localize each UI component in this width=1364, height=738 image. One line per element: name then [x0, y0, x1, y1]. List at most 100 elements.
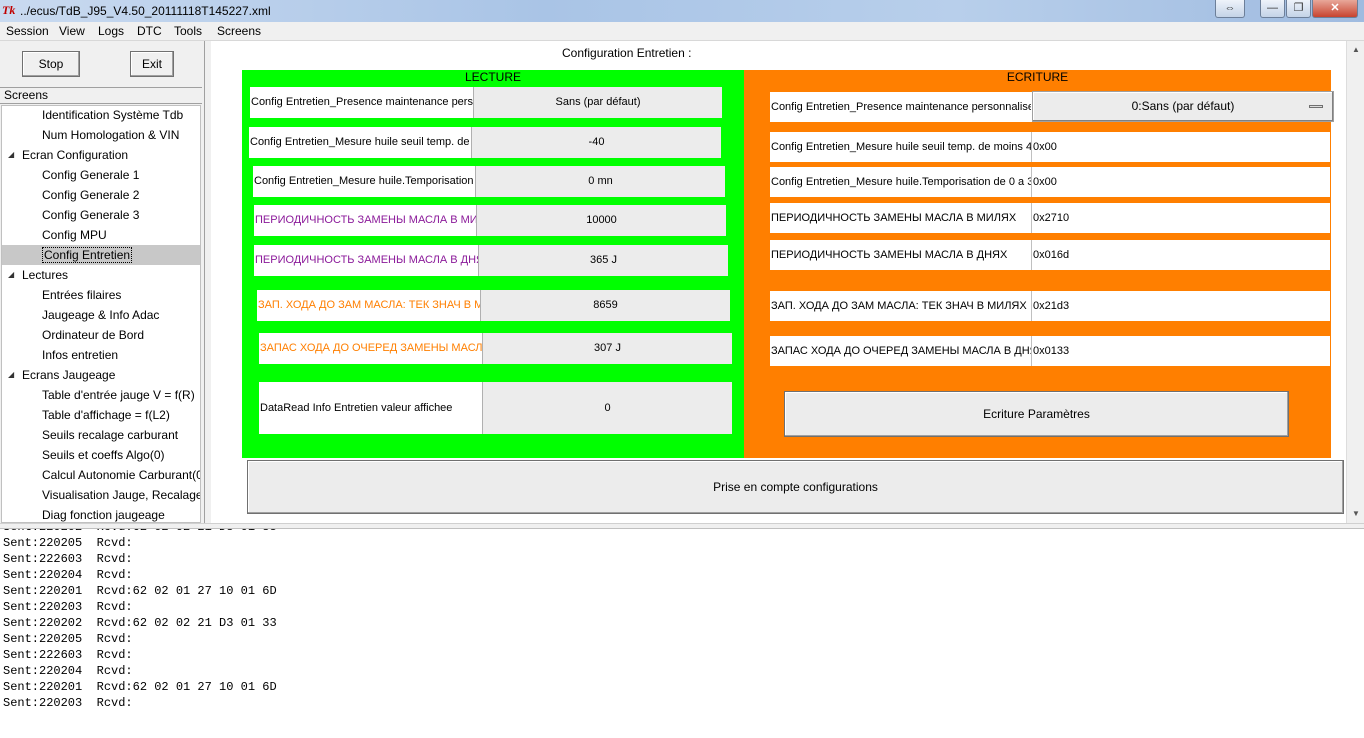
tree-group[interactable]: Ecran Configuration: [22, 145, 200, 165]
tree-item[interactable]: Visualisation Jauge, Recalage,: [42, 485, 201, 505]
tree-item[interactable]: Entrées filaires: [42, 285, 200, 305]
tree-item-label: Config Entretien: [42, 247, 133, 263]
lecture-row: Config Entretien_Mesure huile.Temporisat…: [253, 166, 725, 197]
tree-item[interactable]: Seuils et coeffs Algo(0): [42, 445, 200, 465]
menu-view[interactable]: View: [59, 24, 85, 38]
ecriture-row-label: ЗАПАС ХОДА ДО ОЧЕРЕД ЗАМЕНЫ МАСЛА В ДНЯХ: [771, 345, 1031, 357]
lecture-row-label: ПЕРИОДИЧНОСТЬ ЗАМЕНЫ МАСЛА В МИЛЯХ: [254, 205, 476, 236]
console-line: Sent:220201 Rcvd:62 02 01 27 10 01 6D: [3, 584, 277, 598]
ecriture-value-field[interactable]: 0x00: [1031, 132, 1330, 162]
console-line: Sent:220205 Rcvd:: [3, 632, 133, 646]
ecriture-row: ЗАП. ХОДА ДО ЗАМ МАСЛА: ТЕК ЗНАЧ В МИЛЯХ…: [770, 291, 1330, 321]
main-scrollbar[interactable]: ▲ ▼: [1346, 41, 1364, 524]
tree-item[interactable]: Table d'affichage = f(L2): [42, 405, 200, 425]
expand-toggle-icon[interactable]: ◢: [8, 365, 18, 385]
tree-item-label: Seuils et coeffs Algo(0): [42, 448, 165, 462]
lecture-row-label: ЗАП. ХОДА ДО ЗАМ МАСЛА: ТЕК ЗНАЧ В МИЛЯХ: [257, 290, 480, 321]
console-line: Sent:220204 Rcvd:: [3, 568, 133, 582]
lecture-row-label: DataRead Info Entretien valeur affichee: [259, 382, 482, 434]
lecture-row-value: 0: [482, 382, 732, 434]
tree-item-label: Table d'entrée jauge V = f(R): [42, 388, 195, 402]
ecriture-row: ПЕРИОДИЧНОСТЬ ЗАМЕНЫ МАСЛА В МИЛЯХ 0x2710: [770, 203, 1330, 233]
screens-tree[interactable]: Identification Système Tdb Num Homologati…: [1, 105, 201, 523]
tree-item[interactable]: Seuils recalage carburant: [42, 425, 200, 445]
page-title: Configuration Entretien :: [562, 46, 692, 60]
menu-logs[interactable]: Logs: [98, 24, 124, 38]
console-line: Sent:220204 Rcvd:: [3, 664, 133, 678]
ecriture-value-field[interactable]: 0x2710: [1031, 203, 1330, 233]
tree-item-label: Ecran Configuration: [22, 148, 129, 162]
menu-session[interactable]: Session: [6, 24, 49, 38]
lecture-row-value: 10000: [476, 205, 726, 236]
tree-item-label: Jaugeage & Info Adac: [42, 308, 160, 322]
tree-group[interactable]: Ecrans Jaugeage: [22, 365, 200, 385]
tree-item-label: Diag fonction jaugeage: [42, 508, 165, 522]
tree-item-label: Config Generale 1: [42, 168, 140, 182]
tree-group[interactable]: Lectures: [22, 265, 200, 285]
tree-item[interactable]: Num Homologation & VIN: [42, 125, 200, 145]
tree-item[interactable]: Table d'entrée jauge V = f(R): [42, 385, 200, 405]
apply-configurations-button[interactable]: Prise en compte configurations: [247, 460, 1344, 514]
maximize-button[interactable]: ❐: [1286, 0, 1311, 18]
ecriture-value-field[interactable]: 0x016d: [1031, 240, 1330, 270]
console-line: Sent:220202 Rcvd:62 02 02 21 D3 01 33: [3, 529, 277, 535]
app-icon: Tk: [2, 3, 16, 17]
tree-item-label: Seuils recalage carburant: [42, 428, 179, 442]
lecture-row: ЗАПАС ХОДА ДО ОЧЕРЕД ЗАМЕНЫ МАСЛА В ДНЯХ…: [259, 333, 732, 364]
tree-item[interactable]: Config Generale 3: [42, 205, 200, 225]
lecture-row-label: Config Entretien_Presence maintenance pe…: [250, 87, 473, 118]
window-title: ../ecus/TdB_J95_V4.50_20111118T145227.xm…: [20, 4, 271, 18]
close-button[interactable]: ✕: [1312, 0, 1358, 18]
ecriture-value-field[interactable]: 0x00: [1031, 167, 1330, 197]
maintenance-select-value: 0:Sans (par défaut): [1131, 99, 1235, 113]
ecriture-value-field[interactable]: 0x21d3: [1031, 291, 1330, 321]
lecture-row-label: ЗАПАС ХОДА ДО ОЧЕРЕД ЗАМЕНЫ МАСЛА В ДНЯХ: [259, 333, 482, 364]
maintenance-select[interactable]: 0:Sans (par défaut): [1032, 91, 1334, 122]
exit-button[interactable]: Exit: [130, 51, 174, 77]
tree-item-label: Infos entretien: [42, 348, 119, 362]
tree-item[interactable]: Ordinateur de Bord: [42, 325, 200, 345]
tree-item[interactable]: Config Generale 1: [42, 165, 200, 185]
menu-screens[interactable]: Screens: [217, 24, 261, 38]
stop-button[interactable]: Stop: [22, 51, 80, 77]
title-bar: Tk ../ecus/TdB_J95_V4.50_20111118T145227…: [0, 0, 1364, 22]
expand-toggle-icon[interactable]: ◢: [8, 265, 18, 285]
minimize-button[interactable]: —: [1260, 0, 1285, 18]
console-line: Sent:222603 Rcvd:: [3, 552, 133, 566]
tree-item[interactable]: Identification Système Tdb: [42, 106, 200, 125]
console-line: Sent:220202 Rcvd:62 02 02 21 D3 01 33: [3, 616, 277, 630]
lecture-row: ПЕРИОДИЧНОСТЬ ЗАМЕНЫ МАСЛА В ДНЯХ 365 J: [254, 245, 728, 276]
lecture-row: DataRead Info Entretien valeur affichee 0: [259, 382, 732, 434]
lecture-row-value: 307 J: [482, 333, 732, 364]
back-icon[interactable]: ⇔: [1215, 0, 1245, 18]
ecriture-value-field[interactable]: 0x0133: [1031, 336, 1330, 366]
tree-item-label: Ordinateur de Bord: [42, 328, 145, 342]
lecture-row-value: Sans (par défaut): [473, 87, 722, 118]
ecriture-row: Config Entretien_Mesure huile seuil temp…: [770, 132, 1330, 162]
tree-item[interactable]: Infos entretien: [42, 345, 200, 365]
tree-item[interactable]: Jaugeage & Info Adac: [42, 305, 200, 325]
tree-item-label: Identification Système Tdb: [42, 108, 184, 122]
tree-item-label: Visualisation Jauge, Recalage,: [42, 488, 201, 502]
console-line: Sent:220203 Rcvd:: [3, 600, 133, 614]
tree-item[interactable]: Config Generale 2: [42, 185, 200, 205]
lecture-row-value: -40: [471, 127, 721, 158]
tree-item-label: Calcul Autonomie Carburant(0: [42, 468, 201, 482]
ecriture-row: ЗАПАС ХОДА ДО ОЧЕРЕД ЗАМЕНЫ МАСЛА В ДНЯХ…: [770, 336, 1330, 366]
expand-toggle-icon[interactable]: ◢: [8, 145, 18, 165]
write-parameters-button[interactable]: Ecriture Paramètres: [784, 391, 1289, 437]
menu-tools[interactable]: Tools: [174, 24, 202, 38]
tree-item[interactable]: Config Entretien: [2, 245, 200, 265]
tree-item-label: Lectures: [22, 268, 69, 282]
tree-item[interactable]: Calcul Autonomie Carburant(0: [42, 465, 201, 485]
tree-item-label: Config MPU: [42, 228, 107, 242]
lecture-row: Config Entretien_Mesure huile seuil temp…: [249, 127, 721, 158]
scroll-up-icon[interactable]: ▲: [1350, 45, 1362, 57]
lecture-header: LECTURE: [464, 70, 521, 84]
scroll-down-icon[interactable]: ▼: [1350, 509, 1362, 521]
ecriture-row: Config Entretien_Mesure huile.Temporisat…: [770, 167, 1330, 197]
tree-item-label: Table d'affichage = f(L2): [42, 408, 170, 422]
menu-dtc[interactable]: DTC: [137, 24, 162, 38]
tree-item[interactable]: Config MPU: [42, 225, 200, 245]
tree-item[interactable]: Diag fonction jaugeage: [42, 505, 200, 522]
